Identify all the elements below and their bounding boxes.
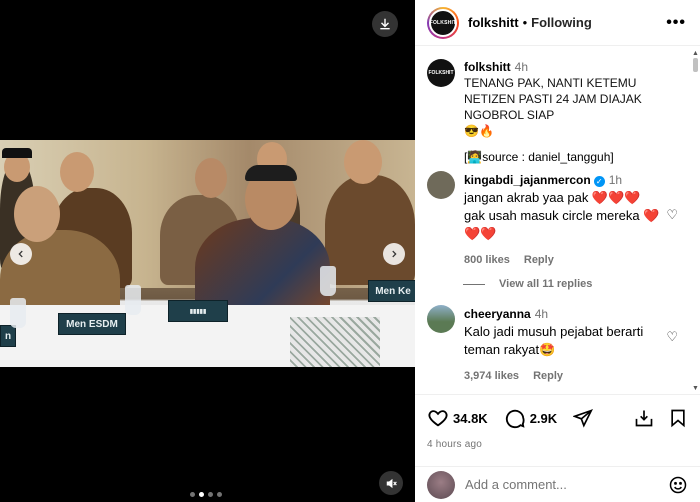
author-avatar[interactable]: FOLKSHIT — [427, 6, 459, 39]
comment-likes[interactable]: 800 likes — [464, 254, 510, 266]
carousel-dot — [217, 492, 222, 497]
caption-text: TENANG PAK, NANTI KETEMU NETIZEN PASTI 2… — [464, 76, 642, 122]
name-plate: Men Ke — [368, 280, 415, 302]
carousel-indicator — [190, 492, 222, 497]
comment-item: cheeryanna 4h Kalo jadi musuh pejabat ber… — [427, 305, 664, 385]
comment-text: Kalo jadi musuh pejabat berarti teman ra… — [464, 324, 644, 357]
scroll-down-arrow-icon[interactable]: ▼ — [692, 385, 699, 392]
current-user-avatar — [427, 470, 455, 499]
comment-age: 1h — [608, 173, 623, 187]
caption-avatar[interactable]: FOLKSHIT — [427, 59, 455, 87]
comment-text: jangan akrab yaa pak ❤️❤️❤️ gak usah mas… — [464, 190, 660, 241]
commenter-avatar[interactable] — [427, 171, 455, 199]
author-username[interactable]: folkshitt — [468, 15, 519, 30]
comments-count[interactable]: 2.9K — [530, 411, 557, 426]
view-replies-button[interactable]: View all 11 replies — [463, 278, 592, 290]
view-replies-label: View all 11 replies — [499, 278, 593, 290]
share-icon[interactable] — [573, 408, 594, 428]
caption-emoji: 😎🔥 — [464, 124, 494, 138]
post-photo: Men ESDM ▮▮▮▮▮ Men Ke n — [0, 140, 415, 367]
like-comment-icon[interactable]: ♡ — [666, 329, 678, 345]
carousel-prev-button[interactable] — [10, 243, 32, 265]
comment-likes[interactable]: 3,974 likes — [464, 370, 519, 382]
comment-item: kingabdi_jajanmercon ✓ 1h jangan akrab yaa… — [427, 171, 664, 269]
name-plate: ▮▮▮▮▮ — [168, 300, 228, 322]
scrollbar-thumb[interactable] — [693, 58, 698, 72]
follow-status-button[interactable]: Following — [531, 15, 592, 30]
like-comment-icon[interactable]: ♡ — [666, 207, 678, 223]
header-separator: • — [522, 15, 528, 30]
name-plate: Men ESDM — [58, 313, 126, 335]
speaker-muted-icon — [386, 478, 397, 488]
commenter-username[interactable]: kingabdi_jajanmercon — [464, 173, 591, 187]
verified-badge-icon: ✓ — [593, 176, 605, 187]
author-logo: FOLKSHIT — [429, 8, 457, 37]
post-media: Men ESDM ▮▮▮▮▮ Men Ke n — [0, 0, 415, 502]
bookmark-icon[interactable] — [668, 408, 688, 428]
carousel-next-button[interactable] — [383, 243, 405, 265]
carousel-dot-active — [199, 492, 204, 497]
add-comment-input[interactable] — [465, 477, 655, 492]
carousel-dot — [208, 492, 213, 497]
post-timestamp: 4 hours ago — [427, 439, 483, 450]
chevron-right-icon — [392, 250, 397, 258]
carousel-dot — [190, 492, 195, 497]
mute-button[interactable] — [379, 471, 403, 495]
heart-icon[interactable] — [427, 407, 449, 429]
more-options-icon[interactable]: ••• — [666, 14, 686, 32]
add-to-story-icon[interactable] — [634, 408, 654, 428]
reply-button[interactable]: Reply — [524, 254, 554, 266]
post-actions: 34.8K 2.9K 4 hours ago — [415, 394, 700, 450]
caption: FOLKSHIT folkshitt 4h TENANG PAK, NANTI K… — [427, 59, 686, 165]
chevron-left-icon — [18, 250, 23, 258]
commenter-avatar[interactable] — [427, 305, 455, 333]
likes-count[interactable]: 34.8K — [453, 411, 488, 426]
name-plate: n — [0, 325, 16, 347]
reply-button[interactable]: Reply — [533, 370, 563, 382]
comments-list[interactable]: FOLKSHIT folkshitt 4h TENANG PAK, NANTI K… — [415, 47, 700, 393]
comments-scrollbar[interactable]: ▲ ▼ — [692, 50, 699, 392]
scroll-up-arrow-icon[interactable]: ▲ — [692, 50, 699, 57]
download-button[interactable] — [372, 11, 398, 37]
add-comment-bar — [415, 466, 700, 502]
caption-username[interactable]: folkshitt — [464, 60, 511, 74]
post-header: FOLKSHIT folkshitt • Following ••• — [415, 0, 700, 46]
caption-source: [🧑‍💻source : daniel_tangguh] — [464, 150, 614, 164]
comment-icon[interactable] — [504, 407, 526, 429]
commenter-username[interactable]: cheeryanna — [464, 307, 531, 321]
post-sidebar: FOLKSHIT folkshitt • Following ••• FOLKS… — [415, 0, 700, 502]
download-icon — [380, 18, 390, 30]
emoji-icon[interactable] — [668, 475, 688, 495]
caption-age: 4h — [514, 60, 529, 74]
comment-age: 4h — [534, 307, 549, 321]
